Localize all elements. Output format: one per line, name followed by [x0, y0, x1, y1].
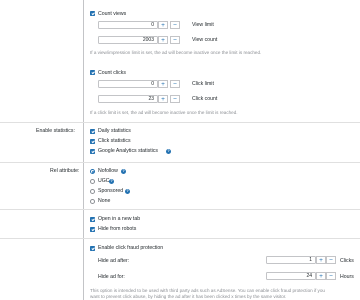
rel-ugc-label: UGC: [98, 178, 110, 184]
section-divider: [0, 238, 360, 239]
click-limit-minus-button[interactable]: −: [170, 80, 180, 88]
click-statistics-checkbox[interactable]: [90, 138, 95, 144]
section-divider: [0, 162, 360, 163]
view-count-input[interactable]: 2003: [98, 36, 158, 44]
hide-ad-after-label: Hide ad after:: [98, 258, 130, 264]
view-count-label: View count: [192, 37, 218, 43]
rel-none-radio[interactable]: [90, 198, 95, 204]
view-limit-minus-button[interactable]: −: [170, 21, 180, 29]
click-count-input[interactable]: 23: [98, 95, 158, 103]
hide-ad-for-plus-button[interactable]: +: [316, 272, 326, 280]
click-fraud-hint-line-2: want to prevent click abuse, by hiding t…: [90, 294, 287, 299]
help-icon[interactable]: ?: [121, 168, 126, 174]
rel-attribute-section-label: Rel attribute:: [50, 168, 80, 174]
rel-none-label: None: [98, 198, 111, 204]
count-clicks-hint: If a click limit is set, the ad will bec…: [90, 110, 238, 115]
view-limit-label: View limit: [192, 22, 214, 28]
daily-statistics-checkbox[interactable]: [90, 128, 95, 134]
panel-border: [83, 0, 84, 300]
view-count-minus-button[interactable]: −: [170, 36, 180, 44]
click-count-minus-button[interactable]: −: [170, 95, 180, 103]
view-limit-input[interactable]: 0: [98, 21, 158, 29]
help-icon[interactable]: ?: [109, 178, 114, 184]
count-clicks-label: Count clicks: [98, 69, 126, 76]
open-new-tab-checkbox[interactable]: [90, 216, 95, 222]
view-count-plus-button[interactable]: +: [158, 36, 168, 44]
click-limit-plus-button[interactable]: +: [158, 80, 168, 88]
hide-ad-after-minus-button[interactable]: −: [326, 256, 336, 264]
click-fraud-protection-label: Enable click fraud protection: [98, 245, 164, 251]
help-icon[interactable]: ?: [125, 188, 130, 194]
section-divider: [0, 122, 360, 123]
count-views-checkbox[interactable]: [90, 11, 95, 16]
count-clicks-checkbox[interactable]: [90, 70, 95, 75]
click-limit-label: Click limit: [192, 81, 214, 87]
rel-sponsored-label: Sponsored: [98, 188, 124, 194]
rel-ugc-radio[interactable]: [90, 178, 95, 184]
daily-statistics-label: Daily statistics: [98, 128, 131, 134]
hide-ad-for-minus-button[interactable]: −: [326, 272, 336, 280]
rel-sponsored-radio[interactable]: [90, 188, 95, 194]
click-count-plus-button[interactable]: +: [158, 95, 168, 103]
hide-ad-after-plus-button[interactable]: +: [316, 256, 326, 264]
view-limit-plus-button[interactable]: +: [158, 21, 168, 29]
click-fraud-hint-line-1: This option is intended to be used with …: [90, 288, 325, 293]
click-statistics-label: Click statistics: [98, 138, 131, 144]
statistics-section-label: Enable statistics:: [36, 128, 75, 134]
click-fraud-protection-checkbox[interactable]: [90, 245, 95, 251]
help-icon[interactable]: ?: [166, 148, 171, 154]
hide-ad-after-unit: Clicks: [340, 258, 354, 264]
hide-from-robots-label: Hide from robots: [98, 226, 137, 232]
google-analytics-statistics-label: Google Analytics statistics: [98, 148, 158, 154]
hide-ad-after-input[interactable]: 1: [266, 256, 316, 264]
rel-nofollow-label: Nofollow: [98, 168, 118, 174]
click-count-label: Click count: [192, 96, 218, 102]
hide-ad-for-input[interactable]: 24: [266, 272, 316, 280]
count-views-hint: If a view/impression limit is set, the a…: [90, 50, 262, 55]
count-views-label: Count views: [98, 10, 127, 17]
click-limit-input[interactable]: 0: [98, 80, 158, 88]
hide-ad-for-unit: Hours: [340, 274, 354, 280]
rel-nofollow-radio[interactable]: [90, 168, 95, 174]
hide-ad-for-label: Hide ad for:: [98, 274, 125, 280]
google-analytics-statistics-checkbox[interactable]: [90, 148, 95, 154]
section-divider: [0, 209, 360, 210]
hide-from-robots-checkbox[interactable]: [90, 226, 95, 232]
open-new-tab-label: Open in a new tab: [98, 216, 141, 222]
